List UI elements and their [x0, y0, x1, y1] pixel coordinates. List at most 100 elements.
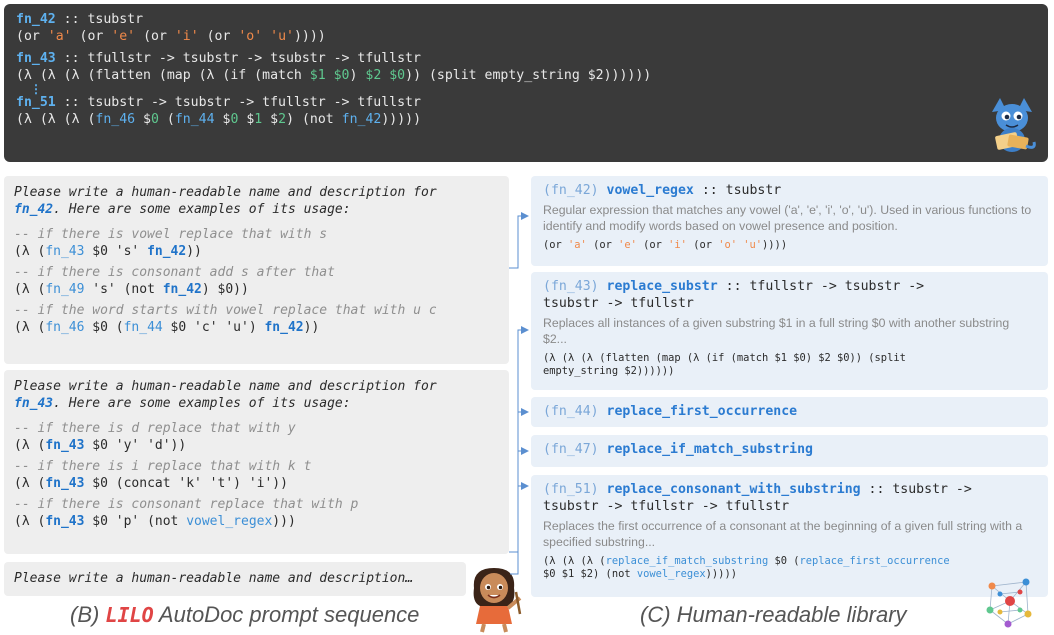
- variable: 0: [151, 111, 159, 127]
- brand-name: LILO: [105, 603, 154, 627]
- code-token: (or: [16, 28, 48, 44]
- example-comment: -- if there is vowel replace that with s: [14, 227, 328, 242]
- fn-name: fn_42: [16, 12, 56, 27]
- library-card-fn47: (fn_47) replace_if_match_substring: [531, 435, 1048, 467]
- fn-ref: fn_46: [45, 320, 85, 335]
- fn-id: (fn_47): [543, 442, 599, 457]
- example-code: (λ (fn_43 $0 (concat 'k' 't') 'i')): [14, 476, 288, 491]
- code-token: $: [135, 111, 151, 127]
- example-comment: -- if there is consonant replace that wi…: [14, 497, 359, 512]
- prompt-box-fn42: Please write a human-readable name and d…: [4, 176, 509, 364]
- type-signature-cont: tsubstr -> tfullstr -> tfullstr: [543, 499, 790, 514]
- fn-id: (fn_43): [543, 279, 599, 294]
- fn-readable-name: replace_first_occurrence: [606, 404, 798, 419]
- code-token: ): [349, 67, 366, 83]
- arrow-to-fn43: [509, 326, 529, 553]
- card-header: (fn_42) vowel_regex :: tsubstr: [543, 182, 1036, 199]
- code-token: $: [238, 111, 255, 127]
- library-card-fn51: (fn_51) replace_consonant_with_substring…: [531, 475, 1048, 597]
- code-token: (: [158, 111, 175, 127]
- string-literal: 'a': [47, 28, 72, 44]
- fn-description: Replaces all instances of a given substr…: [543, 316, 1010, 346]
- code-token: (or: [198, 28, 239, 44]
- example-code: (λ (fn_43 $0 's' fn_42)): [14, 244, 202, 259]
- code-token: ) (not: [286, 111, 342, 127]
- fn43-body: (λ (λ (λ (flatten (map (λ (if (match $1 …: [16, 68, 1036, 85]
- type-signature: :: tsubstr: [693, 183, 782, 198]
- string-literal: 'o': [238, 28, 263, 44]
- card-header: (fn_47) replace_if_match_substring: [543, 441, 1036, 458]
- variable: 2: [278, 111, 287, 127]
- string-literal: 'u': [270, 28, 294, 44]
- fn-code: (λ (λ (λ (replace_if_match_substring $0 …: [543, 555, 950, 580]
- caption-rest: AutoDoc prompt sequence: [153, 602, 420, 627]
- target-fn-ref: fn_42: [162, 282, 202, 297]
- type-sep: ::: [55, 95, 88, 110]
- prompt-box-fn43: Please write a human-readable name and d…: [4, 370, 509, 554]
- type-signature: :: tfullstr -> tsubstr ->: [717, 279, 925, 294]
- library-card-fn43: (fn_43) replace_substr :: tfullstr -> ts…: [531, 272, 1048, 390]
- fn51-body: (λ (λ (λ (fn_46 $0 (fn_44 $0 $1 $2) (not…: [16, 112, 1036, 129]
- prompt-instruction: Please write a human-readable name and d…: [14, 379, 437, 394]
- card-header: (fn_44) replace_first_occurrence: [543, 403, 1036, 420]
- fn-id: (fn_44): [543, 404, 599, 419]
- fn-description: Regular expression that matches any vowe…: [543, 203, 1032, 233]
- example-comment: -- if there is i replace that with k t: [14, 459, 312, 474]
- arrow-to-fn42: [509, 212, 529, 269]
- card-header: (fn_43) replace_substr :: tfullstr -> ts…: [543, 278, 1036, 295]
- code-token: (or: [71, 28, 112, 44]
- dragon-mascot-icon: [992, 98, 1036, 152]
- library-card-fn44: (fn_44) replace_first_occurrence: [531, 397, 1048, 427]
- target-fn-ref: fn_43: [45, 514, 85, 529]
- example-comment: -- if there is d replace that with y: [14, 421, 296, 436]
- fn-readable-name: vowel_regex: [606, 183, 694, 198]
- caption-left: (B) LILO AutoDoc prompt sequence: [70, 602, 419, 628]
- example-code: (λ (fn_46 $0 (fn_44 $0 'c' 'u') fn_42)): [14, 320, 320, 335]
- fn42-body: (or 'a' (or 'e' (or 'i' (or 'o' 'u')))): [16, 29, 1036, 46]
- fn-ref: fn_49: [45, 282, 85, 297]
- prompt-box-next: Please write a human-readable name and d…: [4, 562, 466, 596]
- fn-ref: fn_42: [341, 111, 382, 127]
- string-literal: 'i': [174, 28, 199, 44]
- target-fn-ref: fn_42: [147, 244, 187, 259]
- target-fn-ref: fn_43: [45, 476, 85, 491]
- fn-ref: fn_43: [45, 244, 85, 259]
- variable: $2: [365, 67, 382, 83]
- type-sep: ::: [55, 51, 88, 66]
- example-code: (λ (fn_43 $0 'p' (not vowel_regex))): [14, 514, 296, 529]
- target-fn-ref: fn_42: [14, 202, 54, 217]
- code-token: $: [262, 111, 279, 127]
- arrow-to-fn51: [510, 482, 529, 575]
- type-signature: tsubstr: [87, 12, 144, 27]
- fn-readable-name: replace_consonant_with_substring: [606, 482, 861, 497]
- prompt-instruction-rest: . Here are some examples of its usage:: [53, 396, 351, 411]
- fn43-signature: fn_43 :: tfullstr -> tsubstr -> tsubstr …: [16, 51, 1036, 68]
- code-token: )) (split empty_string $2)))))): [405, 67, 652, 83]
- fn51-signature: fn_51 :: tsubstr -> tsubstr -> tfullstr …: [16, 95, 1036, 112]
- example-code: (λ (fn_49 's' (not fn_42) $0)): [14, 282, 249, 297]
- code-token: (or: [135, 28, 175, 44]
- prompt-instruction-line2: fn_42. Here are some examples of its usa…: [14, 201, 499, 218]
- fn42-signature: fn_42 :: tsubstr: [16, 12, 1036, 29]
- fn-ref: fn_46: [95, 111, 136, 127]
- prompt-instruction-line2: fn_43. Here are some examples of its usa…: [14, 395, 499, 412]
- caption-right: (C) Human-readable library: [640, 602, 907, 627]
- type-signature-cont: tsubstr -> tfullstr: [543, 296, 694, 311]
- network-graph-icon: [986, 578, 1032, 628]
- fn-name: fn_51: [16, 95, 56, 110]
- example-comment: -- if the word starts with vowel replace…: [14, 303, 437, 318]
- prompt-instruction: Please write a human-readable name and d…: [14, 185, 437, 200]
- target-fn-ref: fn_43: [14, 396, 54, 411]
- caption-prefix: (B): [70, 602, 106, 627]
- variable: $1: [309, 67, 326, 83]
- target-fn-ref: fn_43: [45, 438, 85, 453]
- fn-name: fn_43: [16, 51, 56, 66]
- fn-id: (fn_51): [543, 482, 599, 497]
- code-token: $: [214, 111, 231, 127]
- card-header: (fn_51) replace_consonant_with_substring…: [543, 481, 1036, 498]
- fn-ref: fn_44: [123, 320, 163, 335]
- library-card-fn42: (fn_42) vowel_regex :: tsubstr Regular e…: [531, 176, 1048, 266]
- variable: $0: [389, 67, 406, 83]
- type-sep: ::: [55, 12, 88, 27]
